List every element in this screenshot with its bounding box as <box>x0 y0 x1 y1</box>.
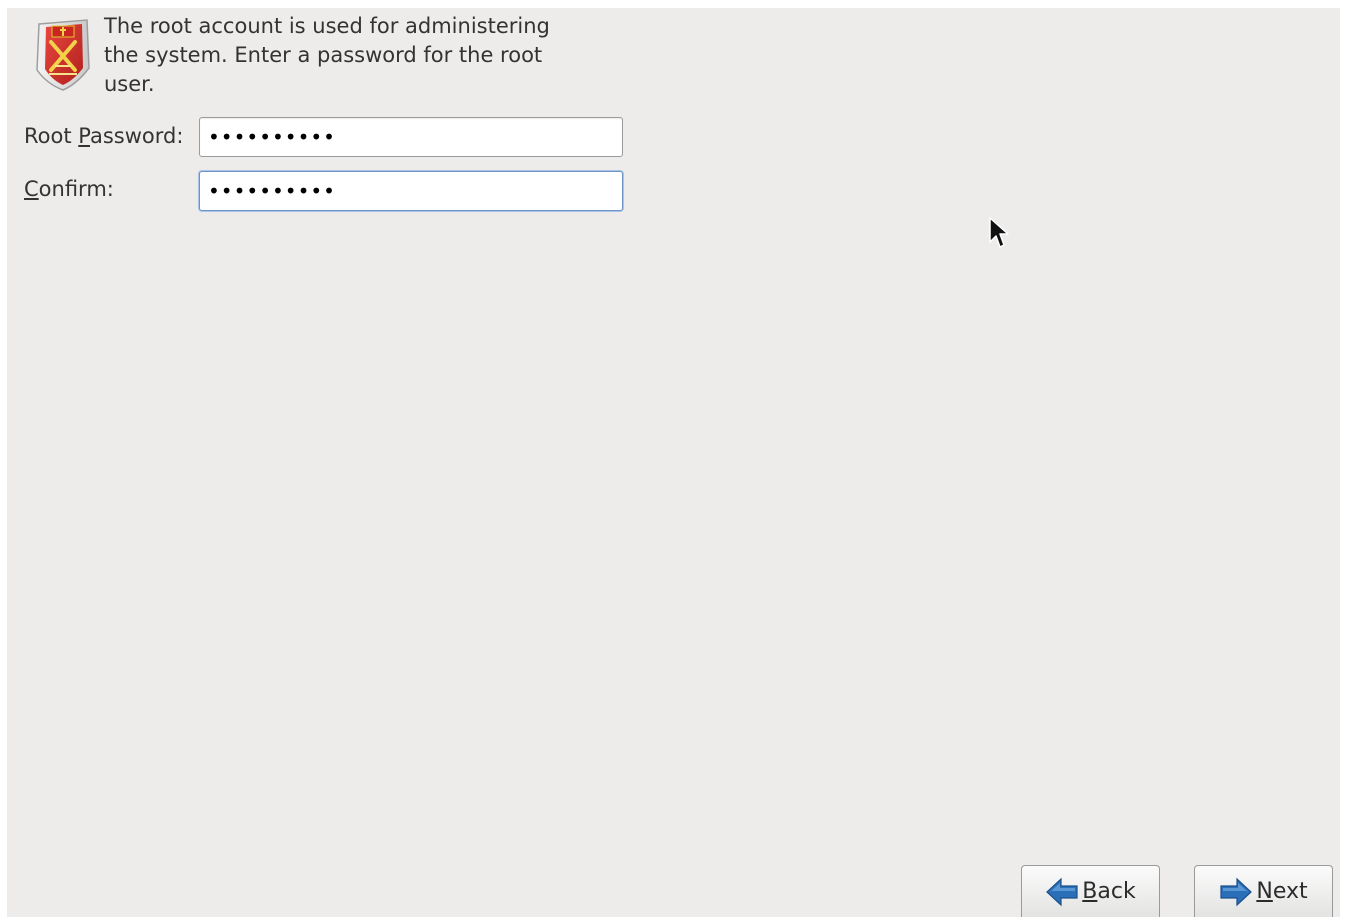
intro-text: The root account is used for administeri… <box>104 14 550 96</box>
shield-crest-icon <box>36 19 90 91</box>
back-button-label: Back <box>1082 879 1135 904</box>
next-mnemonic: N <box>1256 879 1273 904</box>
root-password-label-mnemonic: P <box>78 124 90 148</box>
confirm-password-input[interactable]: •••••••••• <box>199 171 623 211</box>
back-rest: ack <box>1097 879 1136 904</box>
back-mnemonic: B <box>1082 879 1098 904</box>
next-button-label: Next <box>1256 879 1307 904</box>
next-rest: ext <box>1272 879 1308 904</box>
confirm-label-mnemonic: C <box>24 177 39 201</box>
root-password-label-after: assword: <box>90 124 184 148</box>
arrow-left-icon <box>1046 877 1078 906</box>
confirm-label-after: onfirm: <box>38 177 114 201</box>
mouse-pointer-icon <box>989 217 1009 248</box>
root-password-label: Root Password: <box>24 124 183 148</box>
next-button[interactable]: Next <box>1194 865 1333 917</box>
root-password-label-before: Root <box>24 124 79 148</box>
confirm-password-label: Confirm: <box>24 177 114 201</box>
root-password-input[interactable]: •••••••••• <box>199 117 623 157</box>
back-button[interactable]: Back <box>1021 865 1160 917</box>
arrow-right-icon <box>1220 877 1253 906</box>
